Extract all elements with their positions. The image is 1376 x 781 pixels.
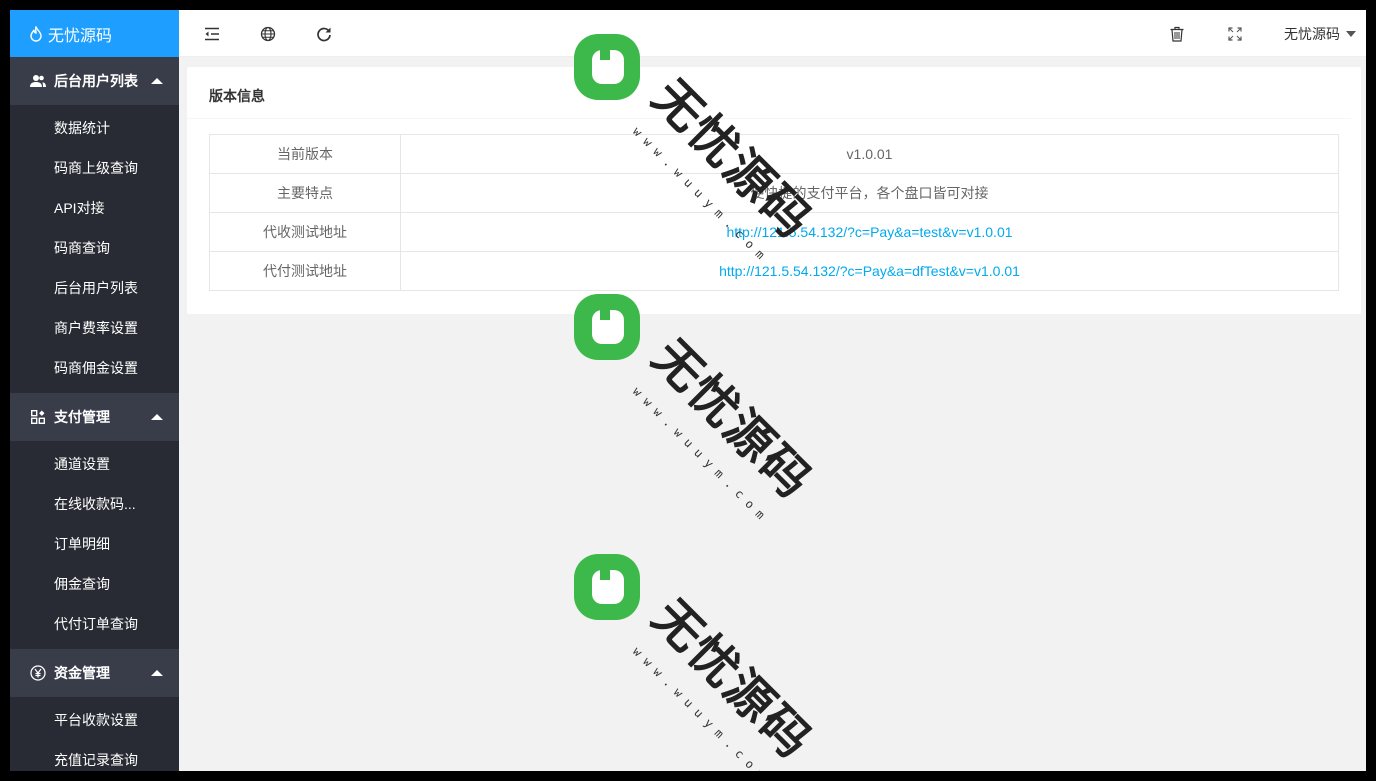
sidebar-group-users[interactable]: 后台用户列表	[10, 57, 179, 105]
sidebar-item-commission-query[interactable]: 佣金查询	[10, 564, 179, 604]
sidebar-item-platform-receipt[interactable]: 平台收款设置	[10, 700, 179, 740]
sidebar-item-data-stats[interactable]: 数据统计	[10, 108, 179, 148]
caret-up-icon	[151, 414, 163, 420]
menu-fold-icon[interactable]	[202, 24, 222, 44]
caret-up-icon	[151, 78, 163, 84]
caret-up-icon	[151, 670, 163, 676]
watermark-url: w w w . w u u y m . c o m	[630, 384, 768, 522]
version-info-card: 版本信息 当前版本 v1.0.01 主要特点 便快捷的支付平台，各个盘口皆可对接…	[187, 67, 1361, 314]
logo-text: 无忧源码	[48, 27, 113, 45]
user-menu[interactable]: 无忧源码	[1284, 10, 1356, 57]
user-name: 无忧源码	[1284, 25, 1340, 42]
watermark: 无忧源码 w w w . w u u y m . c o m	[574, 294, 823, 522]
app-logo[interactable]: 无忧源码	[10, 10, 179, 57]
watermark: 无忧源码 w w w . w u u y m . c o m	[574, 554, 823, 771]
refresh-icon[interactable]	[314, 24, 334, 44]
row-label: 代付测试地址	[209, 251, 401, 291]
group-title: 支付管理	[54, 409, 110, 425]
row-value-cell: http://121.5.54.132/?c=Pay&a=test&v=v1.0…	[400, 212, 1339, 252]
table-row: 代付测试地址 http://121.5.54.132/?c=Pay&a=dfTe…	[209, 251, 1339, 291]
row-value: v1.0.01	[400, 134, 1339, 174]
sidebar-item-superior-query[interactable]: 码商上级查询	[10, 148, 179, 188]
sidebar-item-merchant-query[interactable]: 码商查询	[10, 228, 179, 268]
fullscreen-icon[interactable]	[1225, 24, 1245, 44]
apps-icon	[30, 409, 46, 425]
group-items: 平台收款设置 充值记录查询	[10, 697, 179, 771]
app-frame: 无忧源码 后台用户列表 数据统计 码商上级查询 API对接 码商查询 后台用户列…	[10, 10, 1366, 771]
trash-icon[interactable]	[1167, 24, 1187, 44]
sidebar-item-commission-settings[interactable]: 码商佣金设置	[10, 348, 179, 388]
sidebar-group-payment[interactable]: 支付管理	[10, 393, 179, 441]
caret-down-icon	[1346, 30, 1356, 37]
table-row: 当前版本 v1.0.01	[209, 134, 1339, 174]
users-icon	[30, 73, 46, 89]
group-items: 通道设置 在线收款码... 订单明细 佣金查询 代付订单查询	[10, 441, 179, 649]
row-label: 代收测试地址	[209, 212, 401, 252]
sidebar-item-order-details[interactable]: 订单明细	[10, 524, 179, 564]
card-title: 版本信息	[187, 67, 1351, 119]
table-row: 代收测试地址 http://121.5.54.132/?c=Pay&a=test…	[209, 212, 1339, 252]
row-value-cell: http://121.5.54.132/?c=Pay&a=dfTest&v=v1…	[400, 251, 1339, 291]
sidebar-item-payout-orders[interactable]: 代付订单查询	[10, 604, 179, 644]
group-title: 资金管理	[54, 665, 110, 681]
version-info-table: 当前版本 v1.0.01 主要特点 便快捷的支付平台，各个盘口皆可对接 代收测试…	[209, 134, 1339, 291]
payout-test-link[interactable]: http://121.5.54.132/?c=Pay&a=dfTest&v=v1…	[719, 263, 1020, 279]
sidebar-item-api[interactable]: API对接	[10, 188, 179, 228]
watermark-text: 无忧源码	[642, 329, 823, 510]
sidebar-item-fee-settings[interactable]: 商户费率设置	[10, 308, 179, 348]
table-row: 主要特点 便快捷的支付平台，各个盘口皆可对接	[209, 173, 1339, 213]
sidebar-item-channel-settings[interactable]: 通道设置	[10, 444, 179, 484]
watermark-text: 无忧源码	[642, 589, 823, 770]
fire-icon	[28, 25, 44, 42]
sidebar-item-admin-users[interactable]: 后台用户列表	[10, 268, 179, 308]
sidebar-item-online-qr[interactable]: 在线收款码...	[10, 484, 179, 524]
sidebar-group-funds[interactable]: 资金管理	[10, 649, 179, 697]
yen-icon	[30, 665, 46, 681]
row-label: 当前版本	[209, 134, 401, 174]
sidebar: 无忧源码 后台用户列表 数据统计 码商上级查询 API对接 码商查询 后台用户列…	[10, 10, 179, 771]
group-items: 数据统计 码商上级查询 API对接 码商查询 后台用户列表 商户费率设置 码商佣…	[10, 105, 179, 393]
top-bar: 无忧源码	[179, 10, 1366, 57]
sidebar-item-recharge-records[interactable]: 充值记录查询	[10, 740, 179, 771]
row-value: 便快捷的支付平台，各个盘口皆可对接	[400, 173, 1339, 213]
group-title: 后台用户列表	[54, 73, 138, 89]
watermark-url: w w w . w u u y m . c o m	[630, 644, 768, 771]
collection-test-link[interactable]: http://121.5.54.132/?c=Pay&a=test&v=v1.0…	[726, 224, 1012, 240]
row-label: 主要特点	[209, 173, 401, 213]
watermark-logo-icon	[574, 554, 640, 620]
globe-icon[interactable]	[258, 24, 278, 44]
